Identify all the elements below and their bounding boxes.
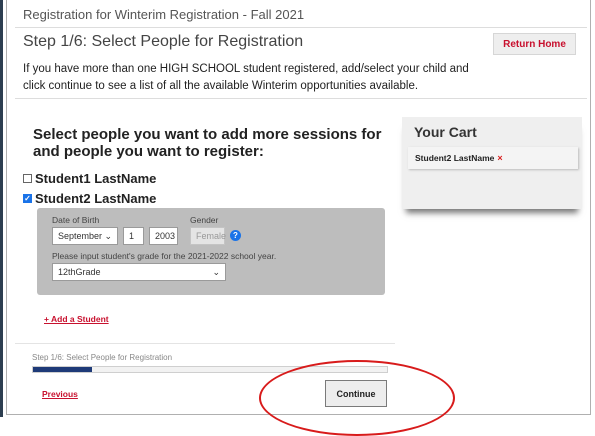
return-home-button[interactable]: Return Home	[493, 33, 576, 55]
chevron-down-icon: ⌄	[104, 231, 112, 241]
dob-day-input[interactable]: 1	[123, 227, 144, 245]
grade-select[interactable]: 12thGrade ⌄	[52, 263, 226, 281]
dob-label: Date of Birth	[52, 215, 100, 225]
continue-button[interactable]: Continue	[325, 380, 387, 407]
page-title: Step 1/6: Select People for Registration	[23, 33, 304, 50]
student-checkbox-row[interactable]: Student1 LastName	[23, 171, 156, 186]
left-border	[0, 0, 3, 417]
cart-item-name: Student2 LastName	[415, 153, 495, 163]
breadcrumb: Registration for Winterim Registration -…	[23, 7, 305, 22]
checked-checkbox-icon[interactable]: ✓	[23, 194, 32, 203]
cart-item: Student2 LastName ×	[408, 147, 578, 169]
instructions-text: If you have more than one HIGH SCHOOL st…	[23, 63, 469, 92]
dob-year-input[interactable]: 2003	[149, 227, 178, 245]
unchecked-checkbox-icon[interactable]	[23, 174, 32, 183]
remove-icon[interactable]: ×	[497, 153, 502, 163]
student-name: Student1 LastName	[35, 171, 157, 186]
previous-link[interactable]: Previous	[42, 389, 78, 399]
progress-bar	[32, 366, 388, 373]
cart-panel: Your Cart Student2 LastName ×	[402, 117, 582, 209]
dob-month-select[interactable]: September ⌄	[52, 227, 118, 245]
cart-title: Your Cart	[414, 124, 477, 140]
grade-label: Please input student's grade for the 202…	[52, 251, 277, 261]
student-details-panel: Date of Birth Gender September ⌄ 1 2003 …	[37, 208, 385, 295]
select-people-heading: Select people you want to add more sessi…	[33, 126, 382, 160]
divider	[15, 98, 587, 99]
divider	[15, 343, 395, 344]
chevron-down-icon: ⌄	[212, 267, 220, 277]
progress-label: Step 1/6: Select People for Registration	[32, 353, 173, 362]
help-icon[interactable]: ?	[230, 230, 241, 241]
add-student-link[interactable]: + Add a Student	[44, 314, 109, 324]
gender-label: Gender	[190, 215, 219, 225]
student-name: Student2 LastName	[35, 191, 157, 206]
student-checkbox-row[interactable]: ✓ Student2 LastName	[23, 191, 156, 206]
divider	[15, 27, 587, 28]
progress-fill	[33, 367, 93, 372]
